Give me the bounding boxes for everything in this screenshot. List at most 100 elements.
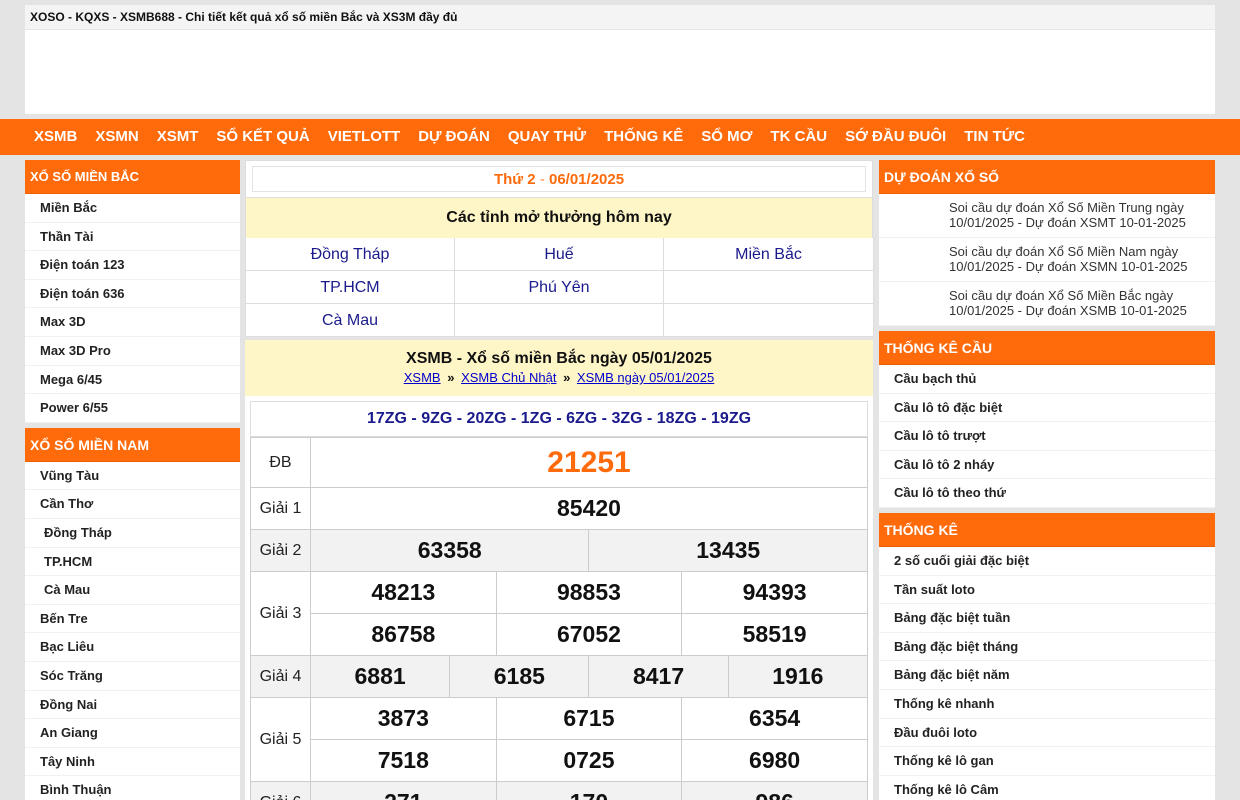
sidebar-item-soc-trang[interactable]: Sóc Trăng (25, 662, 240, 691)
prize-6-value: 986 (681, 781, 868, 800)
table-row: Giải 6 271 170 986 (250, 781, 868, 800)
thongke-item-db-tuan[interactable]: Bảng đặc biệt tuần (879, 604, 1215, 633)
sidebar-item-binh-thuan[interactable]: Bình Thuận (25, 776, 240, 800)
province-link-mien-bac[interactable]: Miền Bắc (664, 238, 874, 271)
prize-6-value: 271 (310, 781, 497, 800)
site-title: XOSO - KQXS - XSMB688 - Chi tiết kết quả… (25, 5, 1215, 30)
today-title: Các tỉnh mở thưởng hôm nay (245, 198, 873, 238)
province-empty-cell (664, 271, 874, 304)
nav-xsmt[interactable]: XSMT (148, 119, 208, 155)
sidebar-item-max-3d[interactable]: Max 3D (25, 308, 240, 337)
dudoan-box: DỰ ĐOÁN XỔ SỐ Soi cầu dự đoán Xổ Số Miền… (879, 160, 1215, 326)
table-row: Giải 2 63358 13435 (250, 529, 868, 572)
thongke-item-lo-cam[interactable]: Thống kê lô Câm (879, 776, 1215, 800)
nav-xsmb[interactable]: XSMB (25, 119, 86, 155)
sidebar-item-ben-tre[interactable]: Bến Tre (25, 605, 240, 634)
prize-4-value: 1916 (727, 655, 869, 698)
sidebar-item-dien-toan-123[interactable]: Điện toán 123 (25, 251, 240, 280)
nav-du-doan[interactable]: DỰ ĐOÁN (409, 119, 499, 155)
prize-label-g4: Giải 4 (250, 655, 311, 698)
thongke-item-2-so-cuoi[interactable]: 2 số cuối giải đặc biệt (879, 547, 1215, 576)
tkcau-box-title: THỐNG KÊ CẦU (879, 331, 1215, 365)
nav-quay-thu[interactable]: QUAY THỬ (499, 119, 595, 155)
prize-5-value: 0725 (495, 739, 683, 782)
mb-box: XỔ SỐ MIỀN BẮC Miền Bắc Thần Tài Điện to… (25, 160, 240, 423)
table-row: Giải 3 48213 98853 94393 (250, 571, 868, 656)
tkcau-item-lo-to-theo-thu[interactable]: Cầu lô tô theo thứ (879, 479, 1215, 508)
weekday: Thứ 2 (493, 171, 536, 188)
thongke-item-nhanh[interactable]: Thống kê nhanh (879, 690, 1215, 719)
province-link-dong-thap[interactable]: Đồng Tháp (246, 238, 455, 271)
sidebar-item-ca-mau[interactable]: Cà Mau (25, 576, 240, 605)
table-row: Giải 4 6881 6185 8417 1916 (250, 655, 869, 698)
nav-xsmn[interactable]: XSMN (86, 119, 147, 155)
main-content: Thứ 2 - 06/01/2025 Các tỉnh mở thưởng hô… (245, 160, 874, 800)
nav-vietlott[interactable]: VIETLOTT (319, 119, 410, 155)
tkcau-item-bach-thu[interactable]: Cầu bạch thủ (879, 365, 1215, 394)
special-prize: 21251 (310, 437, 868, 488)
prize-2-value: 63358 (309, 529, 590, 572)
province-link-ca-mau[interactable]: Cà Mau (246, 304, 455, 337)
breadcrumb-separator: » (563, 370, 571, 385)
news-item-xsmn[interactable]: Soi cầu dự đoán Xổ Số Miền Nam ngày 10/0… (879, 238, 1215, 282)
news-item-xsmt[interactable]: Soi cầu dự đoán Xổ Số Miền Trung ngày 10… (879, 194, 1215, 238)
table-row: Giải 5 3873 6715 6354 (250, 697, 868, 782)
result-table: ĐB 21251 Giải 1 85420 Giải 2 63358 13435… (250, 437, 869, 800)
sidebar-item-an-giang[interactable]: An Giang (25, 719, 240, 748)
prize-4-value: 6185 (449, 655, 590, 698)
tkcau-item-lo-to-2-nhay[interactable]: Cầu lô tô 2 nháy (879, 451, 1215, 480)
thongke-item-lo-gan[interactable]: Thống kê lô gan (879, 747, 1215, 776)
prize-label-g5: Giải 5 (250, 697, 311, 782)
breadcrumb-xsmb-date[interactable]: XSMB ngày 05/01/2025 (577, 370, 714, 385)
sidebar-item-tay-ninh[interactable]: Tây Ninh (25, 748, 240, 777)
sidebar-item-can-tho[interactable]: Cần Thơ (25, 490, 240, 519)
thongke-item-db-thang[interactable]: Bảng đặc biệt tháng (879, 633, 1215, 662)
sidebar-item-tphcm[interactable]: TP.HCM (25, 548, 240, 577)
prize-6-value: 170 (495, 781, 683, 800)
date-box: Thứ 2 - 06/01/2025 (245, 160, 873, 198)
sidebar-item-than-tai[interactable]: Thần Tài (25, 223, 240, 252)
province-link-phu-yen[interactable]: Phú Yên (455, 271, 664, 304)
province-link-hue[interactable]: Huế (455, 238, 664, 271)
nav-so-ket-qua[interactable]: SỔ KẾT QUẢ (207, 119, 318, 155)
right-sidebar: DỰ ĐOÁN XỔ SỐ Soi cầu dự đoán Xổ Số Miền… (879, 160, 1215, 800)
dudoan-box-title: DỰ ĐOÁN XỔ SỐ (879, 160, 1215, 194)
draw-date: 06/01/2025 (548, 171, 625, 188)
sidebar-item-mien-bac[interactable]: Miền Bắc (25, 194, 240, 223)
prize-5-value: 6980 (681, 739, 868, 782)
sidebar-item-vung-tau[interactable]: Vũng Tàu (25, 462, 240, 491)
thongke-item-tan-suat-loto[interactable]: Tần suất loto (879, 576, 1215, 605)
sidebar-item-dong-nai[interactable]: Đồng Nai (25, 691, 240, 720)
prize-1: 85420 (310, 487, 868, 530)
thongke-item-dau-duoi[interactable]: Đầu đuôi loto (879, 719, 1215, 748)
sidebar-item-dong-thap[interactable]: Đồng Tháp (25, 519, 240, 548)
nav-so-dau-duoi[interactable]: SỚ ĐẦU ĐUÔI (836, 119, 955, 155)
result-table-wrap: 17ZG - 9ZG - 20ZG - 1ZG - 6ZG - 3ZG - 18… (245, 396, 873, 800)
prize-2-value: 13435 (588, 529, 868, 572)
nav-tin-tuc[interactable]: TIN TỨC (955, 119, 1034, 155)
breadcrumb-xsmb[interactable]: XSMB (404, 370, 441, 385)
sidebar-item-dien-toan-636[interactable]: Điện toán 636 (25, 280, 240, 309)
sidebar-item-mega-645[interactable]: Mega 6/45 (25, 366, 240, 395)
today-provinces: Đồng Tháp Huế Miền Bắc TP.HCM Phú Yên Cà… (245, 238, 874, 337)
sidebar-item-max-3d-pro[interactable]: Max 3D Pro (25, 337, 240, 366)
tkcau-list: Cầu bạch thủ Cầu lô tô đặc biệt Cầu lô t… (879, 365, 1215, 508)
prize-label-g3: Giải 3 (250, 571, 311, 656)
tkcau-item-lo-to-truot[interactable]: Cầu lô tô trượt (879, 422, 1215, 451)
prize-4-value: 6881 (309, 655, 451, 698)
sidebar-item-power-655[interactable]: Power 6/55 (25, 394, 240, 423)
thongke-item-db-nam[interactable]: Bảng đặc biệt năm (879, 661, 1215, 690)
sidebar-item-bac-lieu[interactable]: Bạc Liêu (25, 633, 240, 662)
thongke-box-title: THỐNG KÊ (879, 512, 1215, 547)
nav-so-mo[interactable]: SỔ MƠ (692, 119, 761, 155)
nav-thong-ke[interactable]: THỐNG KÊ (595, 119, 692, 155)
main-nav: XSMB XSMN XSMT SỔ KẾT QUẢ VIETLOTT DỰ ĐO… (0, 119, 1240, 155)
tkcau-box: THỐNG KÊ CẦU Cầu bạch thủ Cầu lô tô đặc … (879, 331, 1215, 508)
nav-tk-cau[interactable]: TK CẦU (761, 119, 836, 155)
province-link-tphcm[interactable]: TP.HCM (246, 271, 455, 304)
tkcau-item-lo-to-dac-biet[interactable]: Cầu lô tô đặc biệt (879, 394, 1215, 423)
result-title: XSMB - Xổ số miền Bắc ngày 05/01/2025 (406, 350, 712, 367)
breadcrumb-xsmb-chu-nhat[interactable]: XSMB Chủ Nhật (461, 370, 556, 385)
date-bar: Thứ 2 - 06/01/2025 (252, 166, 866, 192)
news-item-xsmb[interactable]: Soi cầu dự đoán Xổ Số Miền Bắc ngày 10/0… (879, 282, 1215, 326)
